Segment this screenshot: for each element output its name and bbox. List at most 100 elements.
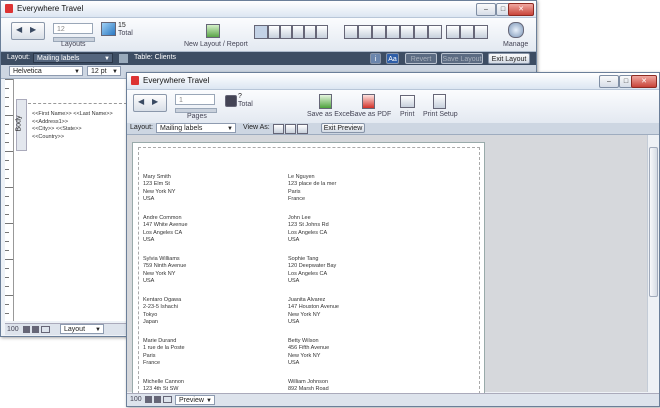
excel-icon[interactable] — [319, 94, 332, 109]
field-picker-icon[interactable] — [446, 25, 460, 39]
font-dropdown[interactable]: Helvetica ▼ — [9, 66, 83, 76]
close-button[interactable]: ✕ — [631, 75, 657, 88]
revert-button[interactable]: Revert — [405, 53, 437, 64]
zoom-out-icon[interactable] — [145, 396, 152, 403]
new-layout-icon[interactable] — [206, 24, 220, 38]
field-tool-icon[interactable] — [344, 25, 358, 39]
save-pdf-label[interactable]: Save as PDF — [350, 111, 391, 118]
ruler-tick — [5, 142, 9, 143]
next-page-icon[interactable]: ▶ — [152, 97, 158, 106]
web-viewer-tool-icon[interactable] — [428, 25, 442, 39]
line-tool-icon[interactable] — [280, 25, 292, 39]
label-line: Los Angeles CA — [288, 229, 328, 236]
tab-control-tool-icon[interactable] — [386, 25, 400, 39]
close-button[interactable]: ✕ — [508, 3, 534, 16]
info-button[interactable]: i — [370, 53, 381, 64]
record-nav-buttons[interactable]: ◀ ▶ — [11, 22, 45, 40]
page-nav-buttons[interactable]: ◀ ▶ — [133, 94, 167, 112]
next-record-icon[interactable]: ▶ — [30, 25, 36, 34]
binoculars-icon[interactable] — [225, 95, 237, 107]
mode-dropdown[interactable]: Layout ▼ — [60, 324, 104, 334]
text-tool-icon[interactable] — [268, 25, 280, 39]
print-label[interactable]: Print — [400, 111, 414, 118]
zoom-out-icon[interactable] — [23, 326, 30, 333]
mailing-label: Kentaro Ogawa 2-23-5 Ishachi Tokyo Japan — [143, 297, 181, 326]
ruler-tick — [5, 214, 9, 215]
label-line: 123 place de la mer — [288, 181, 337, 188]
manage-database-icon[interactable] — [508, 22, 524, 38]
pointer-tool-icon[interactable] — [254, 25, 268, 39]
zoom-level[interactable]: 100 — [130, 396, 142, 403]
exit-preview-button[interactable]: Exit Preview — [321, 123, 365, 133]
minimize-button[interactable]: – — [599, 75, 619, 88]
layout-dropdown[interactable]: Mailing labels ▼ — [33, 53, 113, 63]
label-line: Kentaro Ogawa — [143, 297, 182, 303]
status-toolbar-toggle-icon[interactable] — [163, 396, 172, 403]
chart-tool-icon[interactable] — [414, 25, 428, 39]
ruler-tick — [5, 268, 9, 269]
ruler-tick — [5, 196, 9, 197]
label-line: 759 Ninth Avenue — [143, 263, 187, 270]
rectangle-tool-icon[interactable] — [292, 25, 304, 39]
portal-tool-icon[interactable] — [400, 25, 414, 39]
label-line: USA — [143, 195, 155, 202]
aa-button[interactable]: Aa — [386, 53, 399, 64]
zoom-in-icon[interactable] — [154, 396, 161, 403]
back-status-bar: 100 Layout ▼ — [5, 323, 127, 335]
status-toolbar-toggle-icon[interactable] — [41, 326, 50, 333]
save-excel-label[interactable]: Save as Excel — [307, 111, 351, 118]
page-total-label: Total — [238, 101, 253, 108]
ruler-tick — [5, 259, 13, 260]
save-layout-button[interactable]: Save Layout — [441, 53, 483, 64]
inspector-icon[interactable] — [474, 25, 488, 39]
view-as-label: View As: — [243, 124, 270, 131]
printer-icon[interactable] — [400, 95, 415, 108]
pdf-icon[interactable] — [362, 94, 375, 109]
layout-window-titlebar[interactable]: Everywhere Travel – □ ✕ — [1, 1, 536, 18]
view-list-icon[interactable] — [285, 124, 296, 134]
layout-setup-icon[interactable] — [119, 54, 128, 63]
field-control-tool-icon[interactable] — [358, 25, 372, 39]
font-size-dropdown[interactable]: 12 pt ▼ — [87, 66, 121, 76]
print-setup-label[interactable]: Print Setup — [423, 111, 458, 118]
print-setup-icon[interactable] — [433, 94, 446, 109]
chevron-down-icon: ▼ — [206, 398, 212, 404]
oval-tool-icon[interactable] — [316, 25, 328, 39]
mailing-label: Sylvia Williams 759 Ninth Avenue New York … — [143, 256, 186, 285]
mailing-label: Betty Wilson 456 Fifth Avenue New York NY U… — [288, 338, 329, 367]
field-block[interactable]: <<First Name>> <<Last Name>> <<Address1>… — [32, 111, 113, 141]
layout-dropdown[interactable]: Mailing labels ▼ — [156, 123, 236, 133]
preview-window-titlebar[interactable]: Everywhere Travel – □ ✕ — [127, 73, 659, 90]
body-part-label[interactable]: Body — [15, 99, 27, 151]
view-form-icon[interactable] — [273, 124, 284, 134]
scrollbar-thumb[interactable] — [649, 147, 658, 297]
label-line: 123 Elm St — [143, 181, 170, 188]
label-line: USA — [143, 277, 155, 284]
mode-dropdown[interactable]: Preview ▼ — [175, 395, 215, 405]
total-label: Total — [118, 30, 133, 37]
manage-label[interactable]: Manage — [503, 41, 528, 48]
exit-layout-button[interactable]: Exit Layout — [488, 53, 530, 64]
preview-window: Everywhere Travel – □ ✕ ◀ ▶ 1 Pages ? To… — [126, 72, 660, 407]
layouts-book-icon[interactable] — [101, 22, 116, 36]
page-number-field[interactable]: 1 — [175, 94, 215, 105]
preview-area: Mary Smith 123 Elm St New York NY USA Le Ngu… — [127, 135, 647, 400]
zoom-level[interactable]: 100 — [7, 326, 19, 333]
minimize-button[interactable]: – — [476, 3, 496, 16]
format-painter-icon[interactable] — [460, 25, 474, 39]
field-country-line: <<Country>> — [32, 133, 65, 140]
rounded-rect-tool-icon[interactable] — [304, 25, 316, 39]
view-table-icon[interactable] — [297, 124, 308, 134]
ruler-tick — [5, 232, 9, 233]
vertical-scrollbar[interactable] — [647, 135, 658, 392]
record-number-field[interactable]: 12 — [53, 23, 93, 34]
button-tool-icon[interactable] — [372, 25, 386, 39]
layout-window-title: Everywhere Travel — [17, 4, 84, 13]
prev-record-icon[interactable]: ◀ — [16, 25, 22, 34]
new-layout-label[interactable]: New Layout / Report — [184, 41, 248, 48]
layout-canvas[interactable]: Body <<First Name>> <<Last Name>> <<Addr… — [14, 79, 127, 321]
prev-page-icon[interactable]: ◀ — [138, 97, 144, 106]
zoom-in-icon[interactable] — [32, 326, 39, 333]
ruler-tick — [5, 124, 9, 125]
table-label: Table: Clients — [134, 54, 177, 61]
